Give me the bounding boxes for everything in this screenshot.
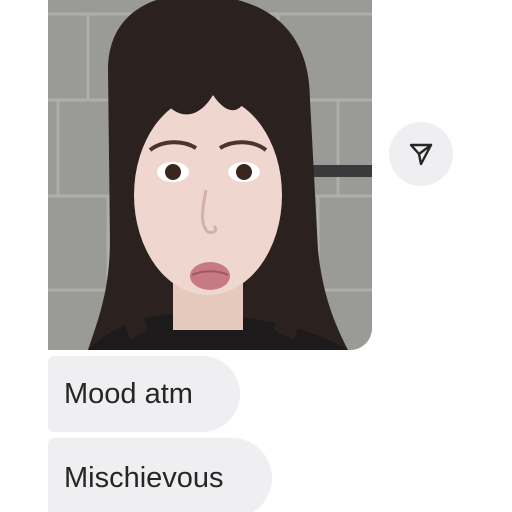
selfie-photo [48,0,372,350]
photo-message[interactable] [48,0,372,350]
share-button[interactable] [389,122,453,186]
message-text: Mood atm [64,377,193,410]
message-text: Mischievous [64,461,224,494]
message-bubble[interactable]: Mischievous [48,438,272,512]
message-bubble[interactable]: Mood atm [48,356,240,432]
dm-conversation: Mood atm Mischievous [0,0,512,512]
paper-plane-icon [409,143,433,166]
